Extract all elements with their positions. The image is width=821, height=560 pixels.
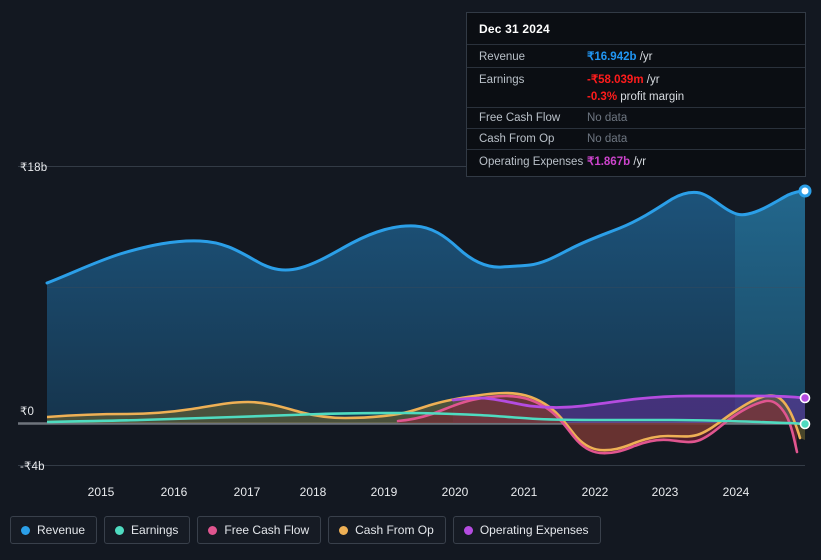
tooltip-value-operating-expenses: ₹1.867b /yr <box>587 156 647 168</box>
legend-label-earnings: Earnings <box>131 523 179 537</box>
tooltip-label-free-cash-flow: Free Cash Flow <box>479 112 561 124</box>
tooltip-value-free-cash-flow: No data <box>587 112 628 124</box>
legend-color-dot-cash-from-op <box>339 525 349 535</box>
tooltip-row-profit-margin: -0.3% profit margin <box>467 90 805 107</box>
data-tooltip-panel: Dec 31 2024 Revenue ₹16.942b /yr Earning… <box>466 12 806 177</box>
legend-item-earnings[interactable]: Earnings <box>104 516 191 544</box>
financial-chart: ₹18b ₹0 -₹4b 2015 2016 2017 2018 2019 20… <box>0 0 821 560</box>
tooltip-label-earnings: Earnings <box>479 74 525 86</box>
tooltip-row-earnings: Earnings -₹58.039m /yr <box>467 67 805 90</box>
x-axis-label: 2023 <box>651 485 679 499</box>
tooltip-label-operating-expenses: Operating Expenses <box>479 156 584 168</box>
tooltip-date: Dec 31 2024 <box>479 22 550 36</box>
tooltip-row-cash-from-op: Cash From Op No data <box>467 128 805 149</box>
legend-label-free-cash-flow: Free Cash Flow <box>224 523 310 537</box>
legend-label-operating-expenses: Operating Expenses <box>479 523 589 537</box>
x-axis-label: 2022 <box>581 485 609 499</box>
tooltip-value-revenue: ₹16.942b /yr <box>587 51 653 63</box>
legend-color-dot-operating-expenses <box>463 525 473 535</box>
legend-color-dot-earnings <box>115 525 125 535</box>
x-axis-label: 2024 <box>722 485 750 499</box>
x-axis-label: 2016 <box>160 485 188 499</box>
tooltip-value-cash-from-op: No data <box>587 133 628 145</box>
tooltip-value-profit-margin: -0.3% profit margin <box>587 91 685 103</box>
legend-item-operating-expenses[interactable]: Operating Expenses <box>452 516 601 544</box>
revenue-area <box>47 191 805 423</box>
legend-label-revenue: Revenue <box>37 523 86 537</box>
chart-legend: Revenue Earnings Free Cash Flow Cash Fro… <box>10 516 601 544</box>
tooltip-label-cash-from-op: Cash From Op <box>479 133 555 145</box>
legend-color-dot-revenue <box>21 525 30 535</box>
legend-item-revenue[interactable]: Revenue <box>10 516 98 544</box>
legend-item-free-cash-flow[interactable]: Free Cash Flow <box>197 516 322 544</box>
x-axis-label: 2015 <box>87 485 115 499</box>
x-axis-label: 2018 <box>299 485 327 499</box>
tooltip-label-revenue: Revenue <box>479 51 526 63</box>
tooltip-row-free-cash-flow: Free Cash Flow No data <box>467 107 805 128</box>
tooltip-value-earnings: -₹58.039m /yr <box>587 74 660 86</box>
legend-item-cash-from-op[interactable]: Cash From Op <box>328 516 446 544</box>
x-axis-label: 2017 <box>233 485 261 499</box>
y-axis-label: ₹0 <box>20 406 35 418</box>
legend-label-cash-from-op: Cash From Op <box>355 523 434 537</box>
opex-endpoint-marker <box>799 392 811 404</box>
y-axis-label: -₹4b <box>20 461 45 473</box>
y-axis-label: ₹18b <box>20 162 48 174</box>
tooltip-row-revenue: Revenue ₹16.942b /yr <box>467 44 805 67</box>
legend-color-dot-free-cash-flow <box>208 525 218 535</box>
revenue-endpoint-marker <box>798 184 812 198</box>
x-axis-label: 2020 <box>441 485 469 499</box>
earnings-endpoint-marker <box>799 418 811 430</box>
x-axis-label: 2021 <box>510 485 538 499</box>
tooltip-row-operating-expenses: Operating Expenses ₹1.867b /yr <box>467 149 805 172</box>
x-axis-label: 2019 <box>370 485 398 499</box>
